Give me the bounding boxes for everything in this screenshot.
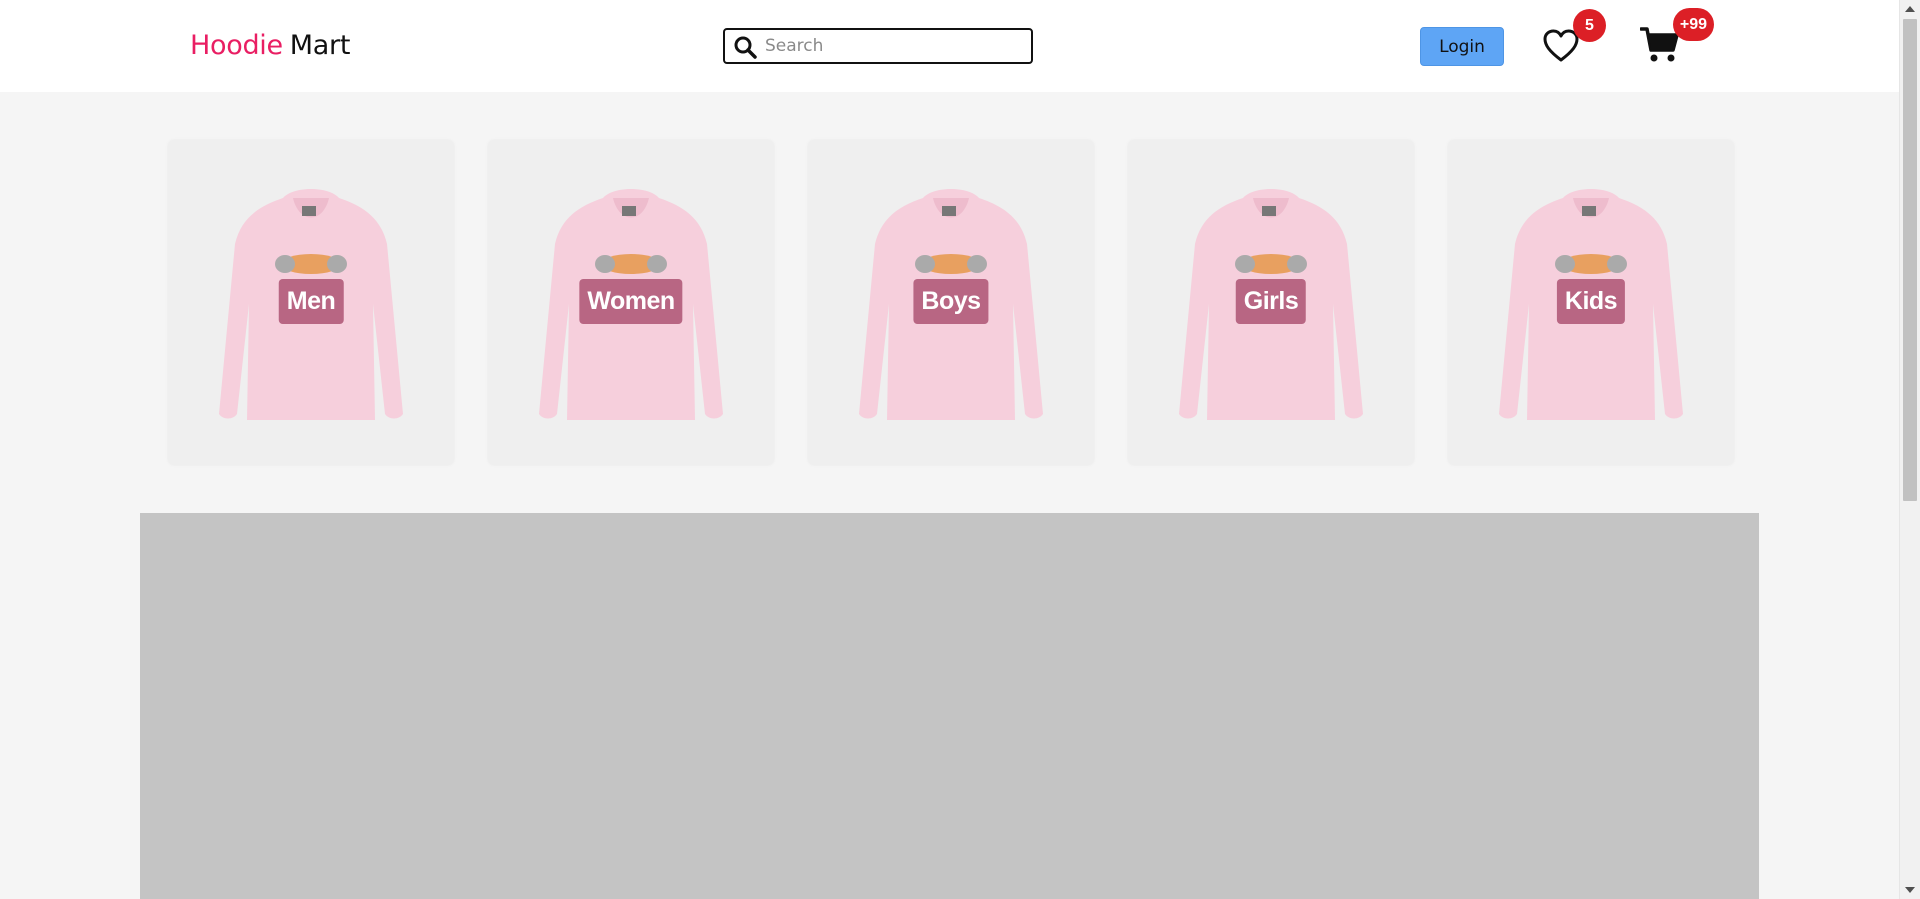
cart-count-badge: +99 <box>1673 8 1714 41</box>
category-card-girls[interactable]: Girls <box>1128 140 1414 465</box>
scroll-up-arrow-icon[interactable] <box>1905 6 1915 12</box>
hero-banner-placeholder <box>140 513 1759 899</box>
search-input[interactable] <box>765 32 1025 60</box>
category-card-boys[interactable]: Boys <box>808 140 1094 465</box>
category-label[interactable]: Men <box>278 279 344 324</box>
site-logo[interactable]: Hoodie Mart <box>190 30 350 61</box>
category-label[interactable]: Women <box>579 279 683 324</box>
search-icon[interactable] <box>733 35 757 59</box>
category-card-women[interactable]: Women <box>488 140 774 465</box>
login-button[interactable]: Login <box>1420 27 1504 66</box>
wishlist-count-badge: 5 <box>1573 9 1606 42</box>
logo-part-mart: Mart <box>289 30 351 61</box>
site-header: HoodieMart Login 5 +99 <box>0 0 1899 92</box>
category-card-men[interactable]: Men <box>168 140 454 465</box>
search-box[interactable] <box>723 28 1033 64</box>
category-label[interactable]: Girls <box>1235 279 1307 324</box>
category-card-kids[interactable]: Kids <box>1448 140 1734 465</box>
category-label[interactable]: Kids <box>1556 279 1626 324</box>
page-scrollbar[interactable] <box>1899 0 1920 899</box>
scroll-down-arrow-icon[interactable] <box>1905 887 1915 893</box>
scrollbar-thumb[interactable] <box>1903 19 1917 501</box>
category-label[interactable]: Boys <box>913 279 989 324</box>
logo-part-hoodie: Hoodie <box>190 30 283 61</box>
heart-icon[interactable] <box>1543 29 1579 63</box>
